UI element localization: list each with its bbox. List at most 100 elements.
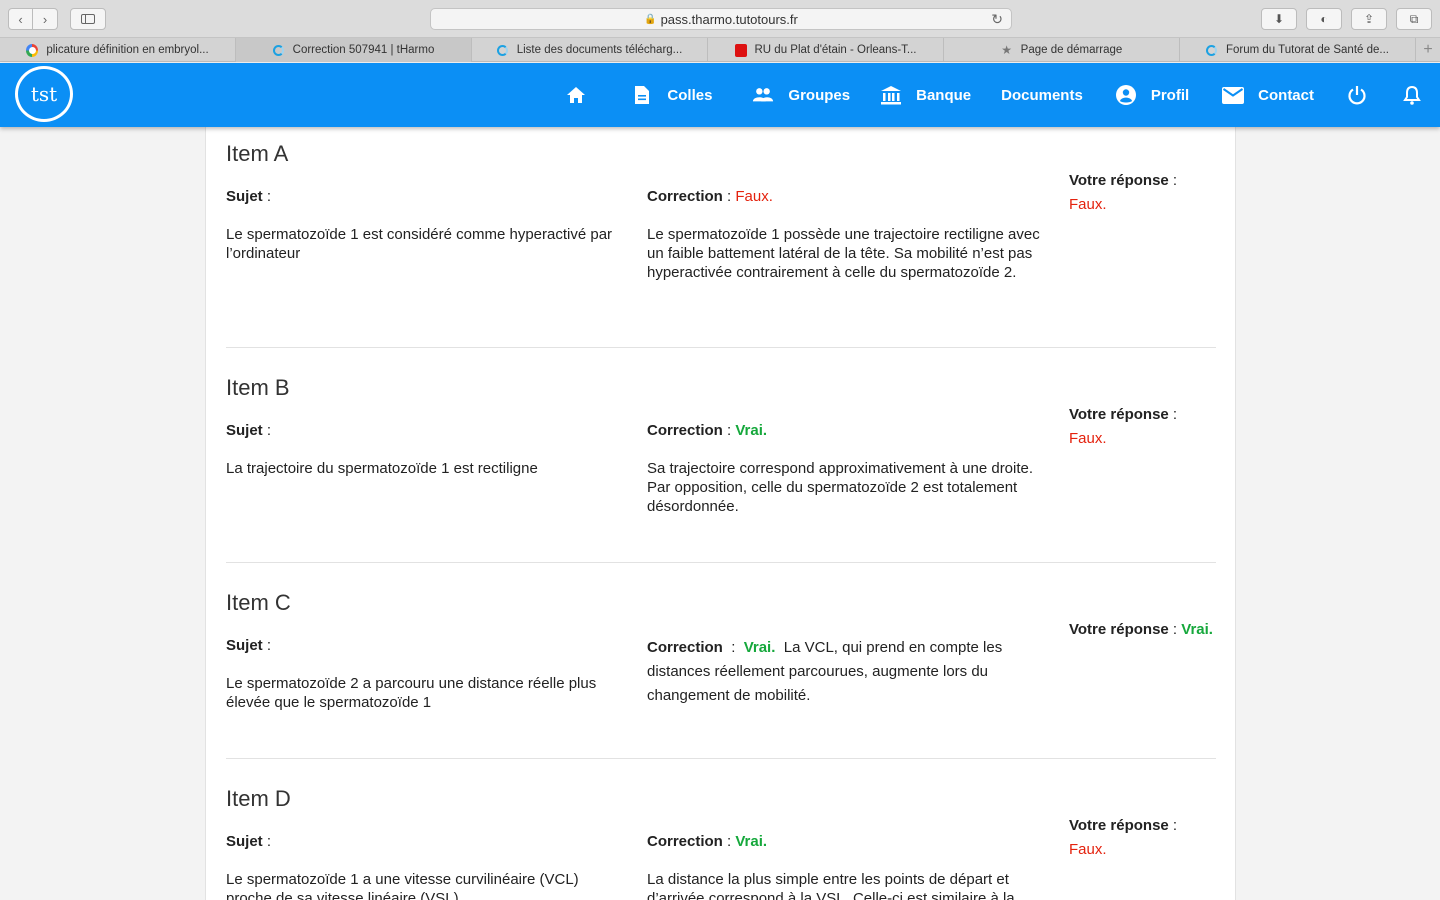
downloads-button[interactable]: ⬇	[1261, 8, 1297, 30]
share-button[interactable]: ⇪	[1351, 8, 1387, 30]
home-icon	[565, 84, 587, 106]
nav-home[interactable]	[565, 84, 587, 106]
sidebar-toggle-button[interactable]	[70, 8, 106, 30]
bell-icon	[1401, 84, 1423, 106]
new-tab-button[interactable]: +	[1416, 38, 1440, 61]
nav-notifications[interactable]	[1401, 84, 1423, 106]
sujet-text: Le spermatozoïde 1 est considéré comme h…	[226, 226, 613, 262]
colon: :	[722, 833, 732, 850]
nav-groupes[interactable]: Groupes	[752, 84, 850, 106]
nav-label: Groupes	[788, 86, 851, 104]
tab-title: RU du Plat d'étain - Orleans-T...	[754, 44, 917, 56]
account-icon	[1115, 84, 1137, 106]
nav-contact[interactable]: Contact	[1222, 84, 1314, 106]
browser-tab[interactable]: ★ Page de démarrage	[944, 38, 1180, 62]
reponse-label: Votre réponse	[1069, 406, 1169, 423]
nav-label: Documents	[1001, 86, 1083, 104]
item-divider	[226, 562, 1216, 563]
correction-verdict: Vrai.	[735, 833, 768, 850]
browser-toolbar: ‹ › 🔒 pass.tharmo.tutotours.fr ↻ ⬇ ◐ ⇪ ⧉	[0, 0, 1440, 38]
sujet-label: Sujet	[226, 188, 263, 205]
correction-text: Le spermatozoïde 1 possède une trajectoi…	[647, 226, 1040, 281]
reponse-label: Votre réponse	[1069, 621, 1169, 638]
loading-icon	[497, 44, 509, 56]
correction-card: Item A Sujet : Le spermatozoïde 1 est co…	[205, 127, 1236, 900]
tab-title: Forum du Tutorat de Santé de...	[1225, 44, 1389, 56]
browser-tab[interactable]: Forum du Tutorat de Santé de...	[1180, 38, 1416, 62]
browser-tab[interactable]: plicature définition en embryol...	[0, 38, 236, 62]
reponse-value: Vrai.	[1181, 621, 1213, 638]
google-icon	[26, 43, 39, 57]
item-title: Item B	[226, 375, 290, 400]
plus-icon: +	[1423, 40, 1433, 58]
colon: :	[1168, 621, 1178, 638]
reponse-value: Faux.	[1069, 430, 1107, 447]
nav-label: Colles	[667, 86, 713, 104]
site-logo[interactable]: tst	[15, 66, 73, 122]
colon: :	[1168, 172, 1178, 189]
item-title: Item C	[226, 590, 291, 615]
chevron-left-icon: ‹	[18, 11, 23, 27]
chevron-right-icon: ›	[42, 11, 48, 27]
tabs-icon: ⧉	[1409, 11, 1419, 26]
red-favicon	[734, 43, 747, 57]
correction-block: Correction : Vrai. Sa trajectoire corres…	[647, 421, 1042, 516]
colon: :	[731, 639, 736, 656]
correction-label: Correction	[647, 639, 723, 656]
forward-button[interactable]: ›	[33, 8, 58, 30]
reponse-label: Votre réponse	[1069, 172, 1169, 189]
loading-icon	[1206, 44, 1218, 56]
star-icon: ★	[1001, 43, 1013, 57]
colon: :	[722, 422, 732, 439]
main-nav: Colles Groupes Banque Documents Profil C…	[565, 63, 1440, 127]
mail-icon	[1222, 84, 1245, 106]
site-header: tst Colles Groupes Banque Documents Prof…	[0, 63, 1440, 127]
correction-label: Correction	[647, 833, 723, 850]
colon: :	[722, 188, 732, 205]
document-icon	[631, 84, 653, 106]
address-bar[interactable]: 🔒 pass.tharmo.tutotours.fr ↻	[430, 8, 1012, 30]
browser-tab-active[interactable]: Correction 507941 | tHarmo	[236, 38, 472, 62]
reload-icon[interactable]: ↻	[991, 11, 1003, 28]
browser-tab[interactable]: Liste des documents télécharg...	[472, 38, 708, 62]
colon: :	[262, 833, 272, 850]
group-icon	[752, 84, 774, 106]
nav-documents[interactable]: Documents	[1001, 87, 1083, 104]
sujet-label: Sujet	[226, 422, 263, 439]
sujet-label: Sujet	[226, 833, 263, 850]
sujet-block: Sujet : Le spermatozoïde 1 a une vitesse…	[226, 832, 626, 900]
nav-colles[interactable]: Colles	[631, 84, 712, 106]
reponse-value: Faux.	[1069, 196, 1107, 213]
tab-overview-button[interactable]: ⧉	[1396, 8, 1432, 30]
privacy-button[interactable]: ◐	[1306, 8, 1342, 30]
reponse-block: Votre réponse : Faux.	[1069, 816, 1229, 859]
reponse-block: Votre réponse : Faux.	[1069, 405, 1229, 448]
shield-icon: ◐	[1320, 12, 1328, 26]
download-icon: ⬇	[1273, 12, 1285, 26]
back-button[interactable]: ‹	[8, 8, 33, 30]
sujet-text: Le spermatozoïde 2 a parcouru une distan…	[226, 675, 597, 711]
nav-logout[interactable]	[1346, 84, 1368, 106]
correction-verdict: Vrai.	[743, 639, 776, 656]
nav-banque[interactable]: Banque	[880, 84, 971, 106]
colon: :	[262, 422, 272, 439]
item-divider	[226, 758, 1216, 759]
power-icon	[1346, 84, 1368, 106]
sujet-label: Sujet	[226, 637, 263, 654]
sujet-text: Le spermatozoïde 1 a une vitesse curvili…	[226, 871, 579, 900]
tab-title: Liste des documents télécharg...	[516, 44, 683, 56]
tab-title: plicature définition en embryol...	[46, 44, 209, 56]
item-title: Item D	[226, 786, 291, 811]
reponse-value: Faux.	[1069, 841, 1107, 858]
colon: :	[1168, 406, 1178, 423]
reponse-block: Votre réponse : Vrai.	[1069, 620, 1234, 639]
lock-icon: 🔒	[644, 13, 657, 25]
correction-text: Sa trajectoire correspond approximativem…	[647, 460, 1034, 515]
nav-profil[interactable]: Profil	[1115, 84, 1189, 106]
loading-icon	[273, 44, 285, 56]
url-text: pass.tharmo.tutotours.fr	[660, 11, 798, 27]
browser-tab[interactable]: RU du Plat d'étain - Orleans-T...	[708, 38, 944, 62]
correction-block: Correction : Vrai. La distance la plus s…	[647, 832, 1042, 900]
tab-title: Page de démarrage	[1020, 44, 1123, 56]
tab-bar: plicature définition en embryol... Corre…	[0, 38, 1440, 62]
